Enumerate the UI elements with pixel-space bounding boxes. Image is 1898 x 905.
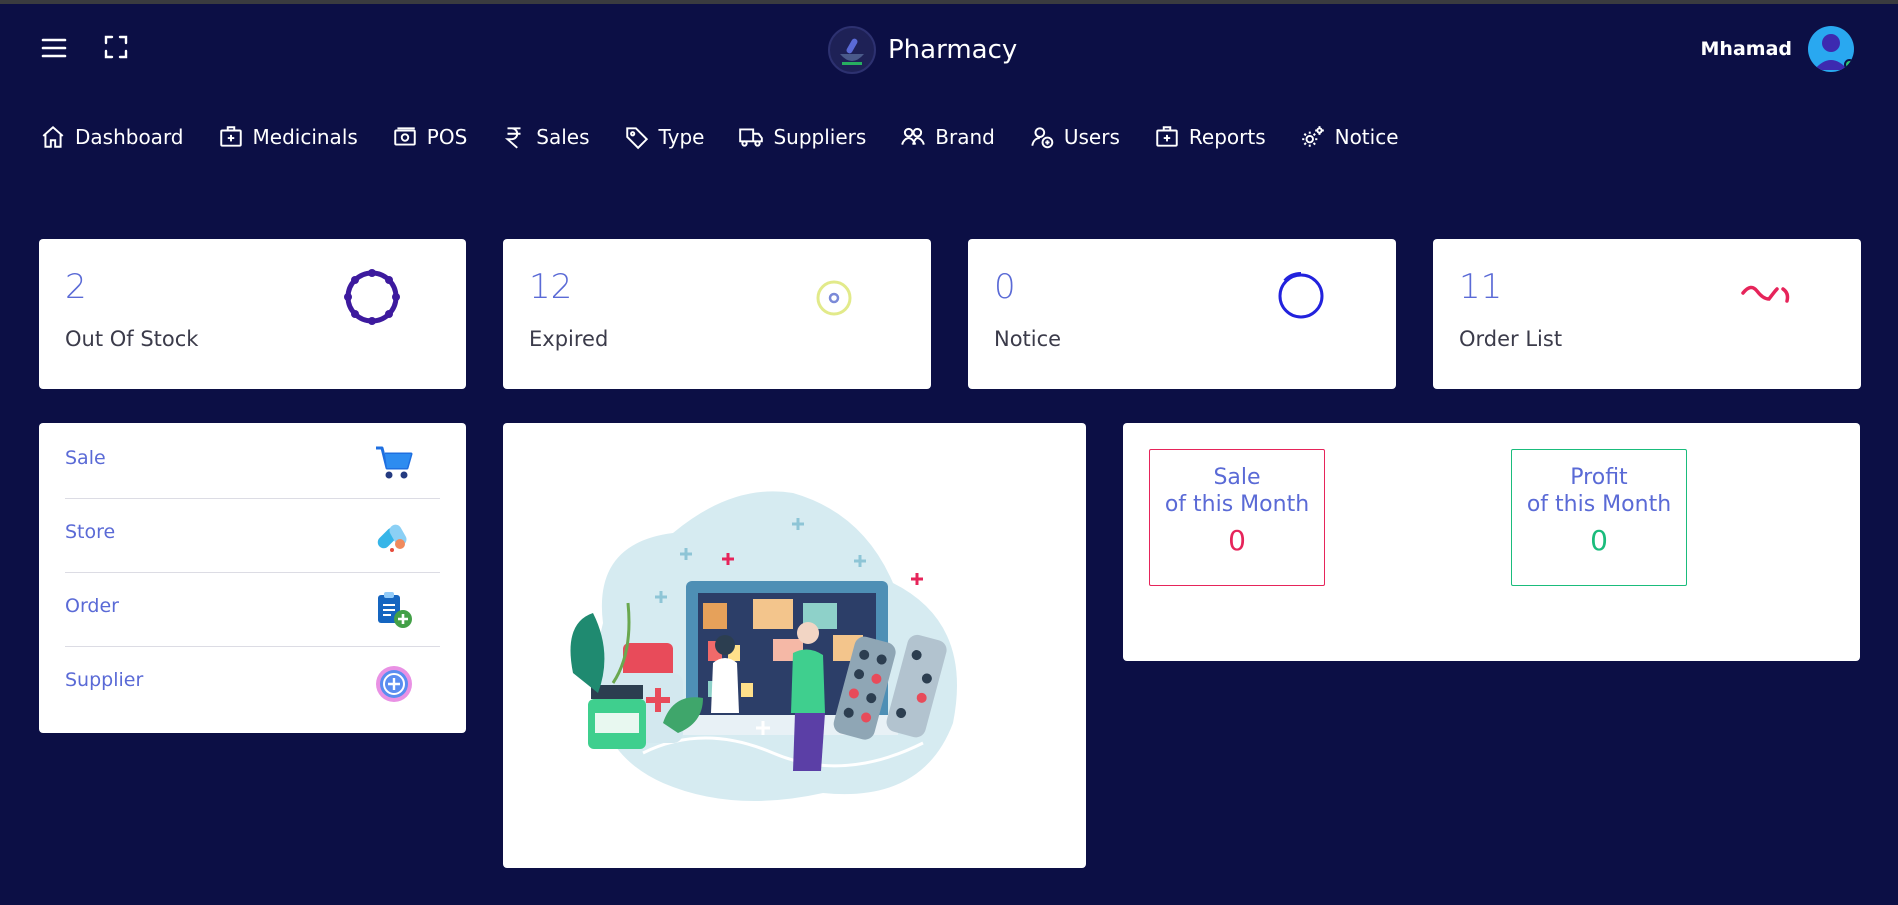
tag-icon [625, 127, 648, 150]
medical-kit-icon [219, 126, 242, 147]
medical-kit-icon [1156, 126, 1178, 147]
app-title: Pharmacy [888, 35, 1018, 65]
nav-notice[interactable]: Notice [1300, 122, 1399, 152]
wave-icon [1741, 285, 1790, 303]
monthly-summary-panel: Sale of this Month 0 Profit of this Month … [1123, 423, 1860, 661]
nav-users[interactable]: Users [1029, 122, 1120, 152]
online-status-dot [1844, 59, 1854, 70]
nav-pos[interactable]: POS [392, 122, 468, 152]
home-icon [42, 125, 64, 148]
quick-link-order[interactable]: Order [65, 573, 440, 647]
quick-link-sale[interactable]: Sale [65, 425, 440, 499]
clipboard-add-icon [378, 592, 412, 628]
cash-icon [394, 127, 416, 146]
metric-title-line1: Profit [1570, 465, 1628, 490]
nav-label: Type [658, 125, 705, 149]
stat-value: 11 [1459, 267, 1503, 307]
nav-label: Notice [1334, 125, 1399, 149]
nav-sales[interactable]: Sales [501, 122, 590, 152]
spinner-icon [344, 269, 400, 325]
profit-of-month-box[interactable]: Profit of this Month 0 [1511, 449, 1687, 586]
stat-value: 12 [529, 267, 573, 307]
nav-medicinals[interactable]: Medicinals [218, 122, 358, 152]
rupee-icon [505, 127, 521, 149]
nav-label: POS [426, 125, 468, 149]
sale-of-month-box[interactable]: Sale of this Month 0 [1149, 449, 1325, 586]
nav-brand[interactable]: Brand [900, 122, 995, 152]
user-name: Mhamad [1700, 38, 1792, 60]
pharmacy-logo [828, 26, 876, 74]
stat-label: Notice [994, 327, 1062, 351]
quick-link-supplier[interactable]: Supplier [65, 647, 440, 721]
quick-link-label: Sale [65, 447, 106, 469]
loader-icon [816, 280, 852, 316]
nav-label: Sales [536, 125, 590, 149]
stat-card-notice[interactable]: 0 Notice [968, 239, 1396, 389]
main-nav: Dashboard Medicinals POS Sales Type Supp… [40, 122, 1433, 152]
nav-label: Brand [935, 125, 995, 149]
metric-title: Sale of this Month [1150, 450, 1324, 518]
nav-label: Reports [1188, 125, 1266, 149]
metric-title-line2: of this Month [1164, 492, 1310, 517]
nav-type[interactable]: Type [624, 122, 705, 152]
fullscreen-icon[interactable] [103, 34, 129, 60]
metric-title: Profit of this Month [1512, 450, 1686, 518]
sale-of-month-value: 0 [1228, 524, 1246, 557]
nav-label: Suppliers [773, 125, 867, 149]
stat-label: Expired [529, 327, 609, 351]
stat-value: 0 [994, 267, 1016, 307]
avatar[interactable] [1808, 26, 1854, 72]
nav-suppliers[interactable]: Suppliers [738, 122, 866, 152]
quick-link-label: Order [65, 595, 119, 617]
quick-links-panel: Sale Store Order Supplier [39, 423, 466, 733]
nav-label: Dashboard [75, 125, 184, 149]
stat-card-expired[interactable]: 12 Expired [503, 239, 931, 389]
stat-value: 2 [65, 267, 87, 307]
stat-card-out-of-stock[interactable]: 2 Out Of Stock [39, 239, 466, 389]
stat-card-order-list[interactable]: 11 Order List [1433, 239, 1861, 389]
quick-link-label: Supplier [65, 669, 144, 691]
brand[interactable]: Pharmacy [828, 26, 1017, 74]
pharmacy-illustration [570, 491, 957, 801]
nav-reports[interactable]: Reports [1154, 122, 1266, 152]
cart-icon [376, 446, 413, 479]
quick-link-store[interactable]: Store [65, 499, 440, 573]
metric-title-line2: of this Month [1526, 492, 1672, 517]
nav-label: Medicinals [252, 125, 358, 149]
group-icon [901, 127, 926, 145]
stat-label: Order List [1459, 327, 1563, 351]
truck-icon [739, 128, 764, 147]
user-menu[interactable]: Mhamad [1701, 26, 1854, 72]
profit-of-month-value: 0 [1590, 524, 1608, 557]
user-add-icon [1031, 127, 1054, 149]
stat-label: Out Of Stock [65, 327, 199, 351]
quick-link-label: Store [65, 521, 116, 543]
nav-dashboard[interactable]: Dashboard [40, 122, 184, 152]
pharmacy-illustration-card [503, 423, 1086, 868]
metric-title-line1: Sale [1213, 465, 1261, 490]
ring-icon [1278, 272, 1324, 319]
nav-label: Users [1063, 125, 1120, 149]
gears-icon [1301, 126, 1324, 147]
pills-icon [377, 524, 407, 552]
plus-circle-icon [376, 666, 412, 702]
top-header: Pharmacy Mhamad [0, 4, 1898, 96]
menu-icon[interactable] [40, 34, 68, 62]
